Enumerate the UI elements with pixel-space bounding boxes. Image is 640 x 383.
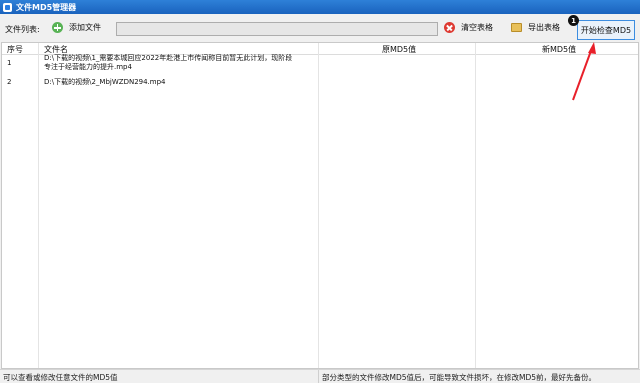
status-divider: [318, 370, 319, 383]
status-right: 部分类型的文件修改MD5值后，可能导致文件损坏，在修改MD5前，最好先备份。: [322, 373, 597, 382]
arrow-shaft: [572, 47, 593, 101]
arrow-head: [588, 42, 596, 54]
annotation-arrow: [572, 42, 596, 101]
status-left: 可以查看或修改任意文件的MD5值: [3, 373, 118, 382]
status-bar: 可以查看或修改任意文件的MD5值 部分类型的文件修改MD5值后，可能导致文件损坏…: [0, 369, 640, 383]
